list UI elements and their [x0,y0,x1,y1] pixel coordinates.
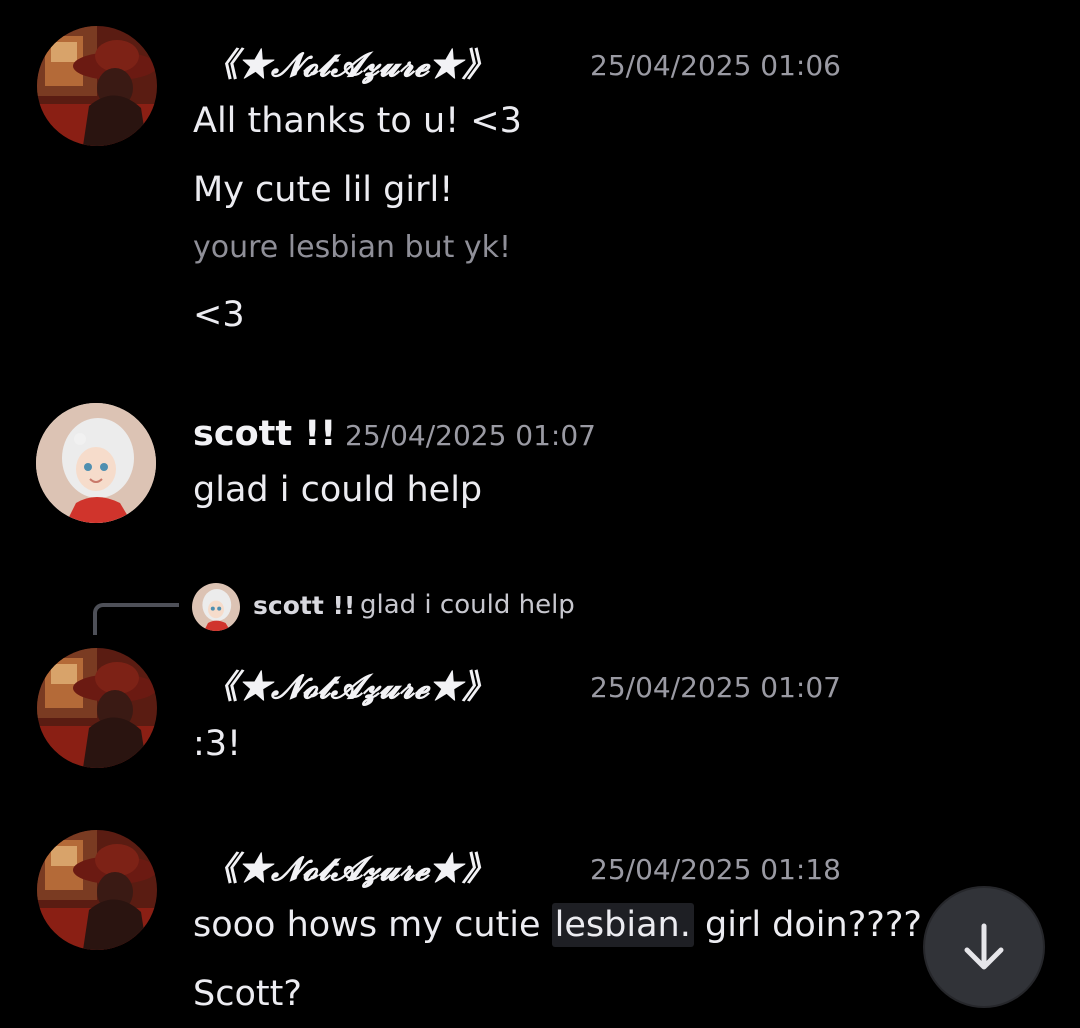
avatar-notazure[interactable] [37,830,157,950]
message-text-part: girl doin???? [693,905,923,945]
reply-avatar[interactable] [192,583,240,631]
reply-preview[interactable]: glad i could help [360,592,575,618]
username[interactable]: 《★𝓝𝓸𝓽𝓐𝔃𝓾𝓻𝓮★》 [205,48,495,81]
message-text: sooo hows my cutie lesbian. girl doin???… [193,903,923,947]
message-text: :3! [193,724,242,764]
highlighted-word: lesbian. [551,903,694,947]
message-text: <3 [193,295,245,335]
message-text: My cute lil girl! [193,170,454,210]
avatar-notazure[interactable] [37,648,157,768]
reply-connector [93,603,179,635]
username[interactable]: 《★𝓝𝓸𝓽𝓐𝔃𝓾𝓻𝓮★》 [205,852,495,885]
timestamp: 25/04/2025 01:06 [590,49,841,82]
username[interactable]: scott !! [193,417,336,452]
arrow-down-icon [964,923,1004,970]
message-text: All thanks to u! <3 [193,101,522,141]
message-subtext: youre lesbian but yk! [193,230,512,265]
avatar-notazure[interactable] [37,26,157,146]
message-text: Scott? [193,974,302,1014]
timestamp: 25/04/2025 01:07 [345,419,596,452]
username[interactable]: 《★𝓝𝓸𝓽𝓐𝔃𝓾𝓻𝓮★》 [205,670,495,703]
timestamp: 25/04/2025 01:07 [590,671,841,704]
reply-username[interactable]: scott !! [253,593,355,618]
jump-to-latest-button[interactable] [925,888,1043,1006]
timestamp: 25/04/2025 01:18 [590,853,841,886]
message-text: glad i could help [193,470,483,510]
message-text-part: sooo hows my cutie [193,905,552,945]
avatar-scott[interactable] [36,403,156,523]
